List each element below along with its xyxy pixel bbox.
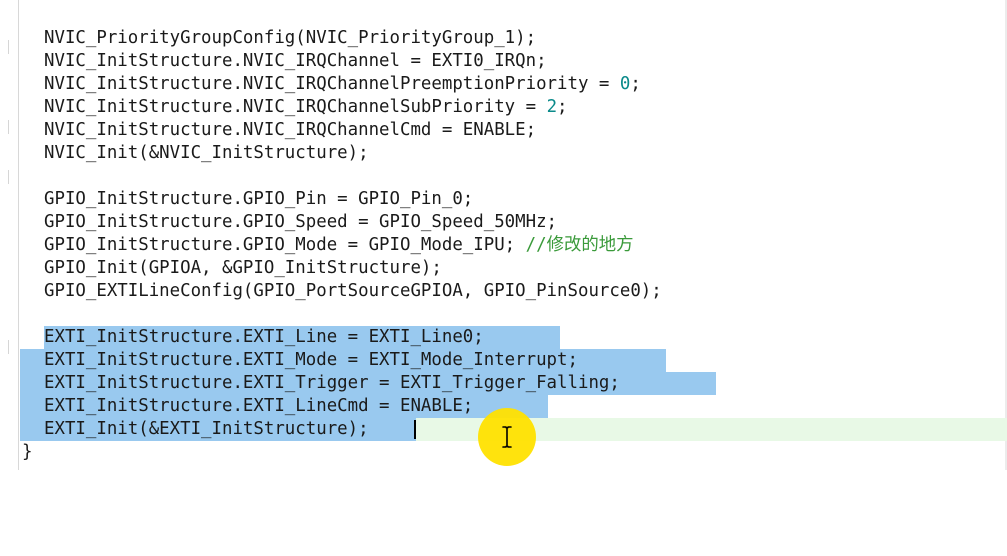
code-fragment: GPIO_InitStructure.GPIO_Mode = GPIO_Mode…	[44, 235, 526, 255]
fold-marker	[0, 120, 9, 134]
text-caret	[414, 420, 416, 439]
code-line[interactable]	[0, 165, 1007, 188]
code-line[interactable]	[0, 303, 1007, 326]
numeric-literal: 2	[546, 97, 558, 117]
code-text: GPIO_Init(GPIOA, &GPIO_InitStructure);	[44, 258, 442, 278]
code-fragment: NVIC_InitStructure.NVIC_IRQChannelPreemp…	[44, 74, 620, 94]
code-text: EXTI_InitStructure.EXTI_LineCmd = ENABLE…	[44, 396, 474, 416]
code-text: NVIC_InitStructure.NVIC_IRQChannelCmd = …	[44, 120, 537, 140]
code-text: NVIC_PriorityGroupConfig(NVIC_PriorityGr…	[44, 28, 537, 48]
code-text: NVIC_InitStructure.NVIC_IRQChannelPreemp…	[44, 73, 641, 96]
code-line[interactable]: GPIO_Init(GPIOA, &GPIO_InitStructure);	[0, 257, 1007, 280]
code-fragment: ;	[630, 74, 641, 94]
code-line-selected[interactable]: EXTI_InitStructure.EXTI_Line = EXTI_Line…	[0, 326, 1007, 349]
clipped-top-line: ​	[0, 0, 1007, 9]
code-fragment: NVIC_InitStructure.NVIC_IRQChannelSubPri…	[44, 97, 547, 117]
i-beam-cursor-icon	[502, 426, 512, 448]
code-text: EXTI_InitStructure.EXTI_Trigger = EXTI_T…	[44, 373, 620, 393]
code-line[interactable]: NVIC_InitStructure.NVIC_IRQChannelSubPri…	[0, 96, 1007, 119]
code-line[interactable]: GPIO_InitStructure.GPIO_Speed = GPIO_Spe…	[0, 211, 1007, 234]
code-line[interactable]: NVIC_InitStructure.NVIC_IRQChannelCmd = …	[0, 119, 1007, 142]
code-line-selected[interactable]: EXTI_InitStructure.EXTI_Trigger = EXTI_T…	[0, 372, 1007, 395]
code-text: GPIO_InitStructure.GPIO_Mode = GPIO_Mode…	[44, 234, 634, 257]
fold-marker	[0, 40, 9, 54]
code-editor[interactable]: ​ NVIC_PriorityGroupConfig(NVIC_Priority…	[0, 0, 1007, 470]
code-text: GPIO_InitStructure.GPIO_Speed = GPIO_Spe…	[44, 212, 558, 232]
code-text: EXTI_InitStructure.EXTI_Mode = EXTI_Mode…	[44, 350, 578, 370]
numeric-literal: 0	[619, 74, 631, 94]
code-text: NVIC_Init(&NVIC_InitStructure);	[44, 143, 369, 163]
code-text: NVIC_InitStructure.NVIC_IRQChannelSubPri…	[44, 96, 568, 119]
code-line[interactable]: GPIO_InitStructure.GPIO_Pin = GPIO_Pin_0…	[0, 188, 1007, 211]
code-text: GPIO_EXTILineConfig(GPIO_PortSourceGPIOA…	[44, 281, 662, 301]
code-text: EXTI_Init(&EXTI_InitStructure);	[44, 419, 369, 439]
code-line[interactable]: GPIO_InitStructure.GPIO_Mode = GPIO_Mode…	[0, 234, 1007, 257]
code-line[interactable]: NVIC_InitStructure.NVIC_IRQChannel = EXT…	[0, 50, 1007, 73]
code-line[interactable]: NVIC_Init(&NVIC_InitStructure);	[0, 142, 1007, 165]
fold-marker	[0, 170, 9, 184]
fold-marker	[0, 340, 9, 354]
code-line[interactable]: NVIC_PriorityGroupConfig(NVIC_PriorityGr…	[0, 27, 1007, 50]
code-text: }	[22, 442, 33, 462]
code-line[interactable]: GPIO_EXTILineConfig(GPIO_PortSourceGPIOA…	[0, 280, 1007, 303]
code-text: GPIO_InitStructure.GPIO_Pin = GPIO_Pin_0…	[44, 189, 474, 209]
code-line-selected[interactable]: EXTI_InitStructure.EXTI_Mode = EXTI_Mode…	[0, 349, 1007, 372]
code-line[interactable]: NVIC_InitStructure.NVIC_IRQChannelPreemp…	[0, 73, 1007, 96]
code-fragment: ;	[557, 97, 568, 117]
code-comment: //修改的地方	[525, 235, 634, 255]
code-text: NVIC_InitStructure.NVIC_IRQChannel = EXT…	[44, 51, 547, 71]
code-text: EXTI_InitStructure.EXTI_Line = EXTI_Line…	[44, 327, 484, 347]
